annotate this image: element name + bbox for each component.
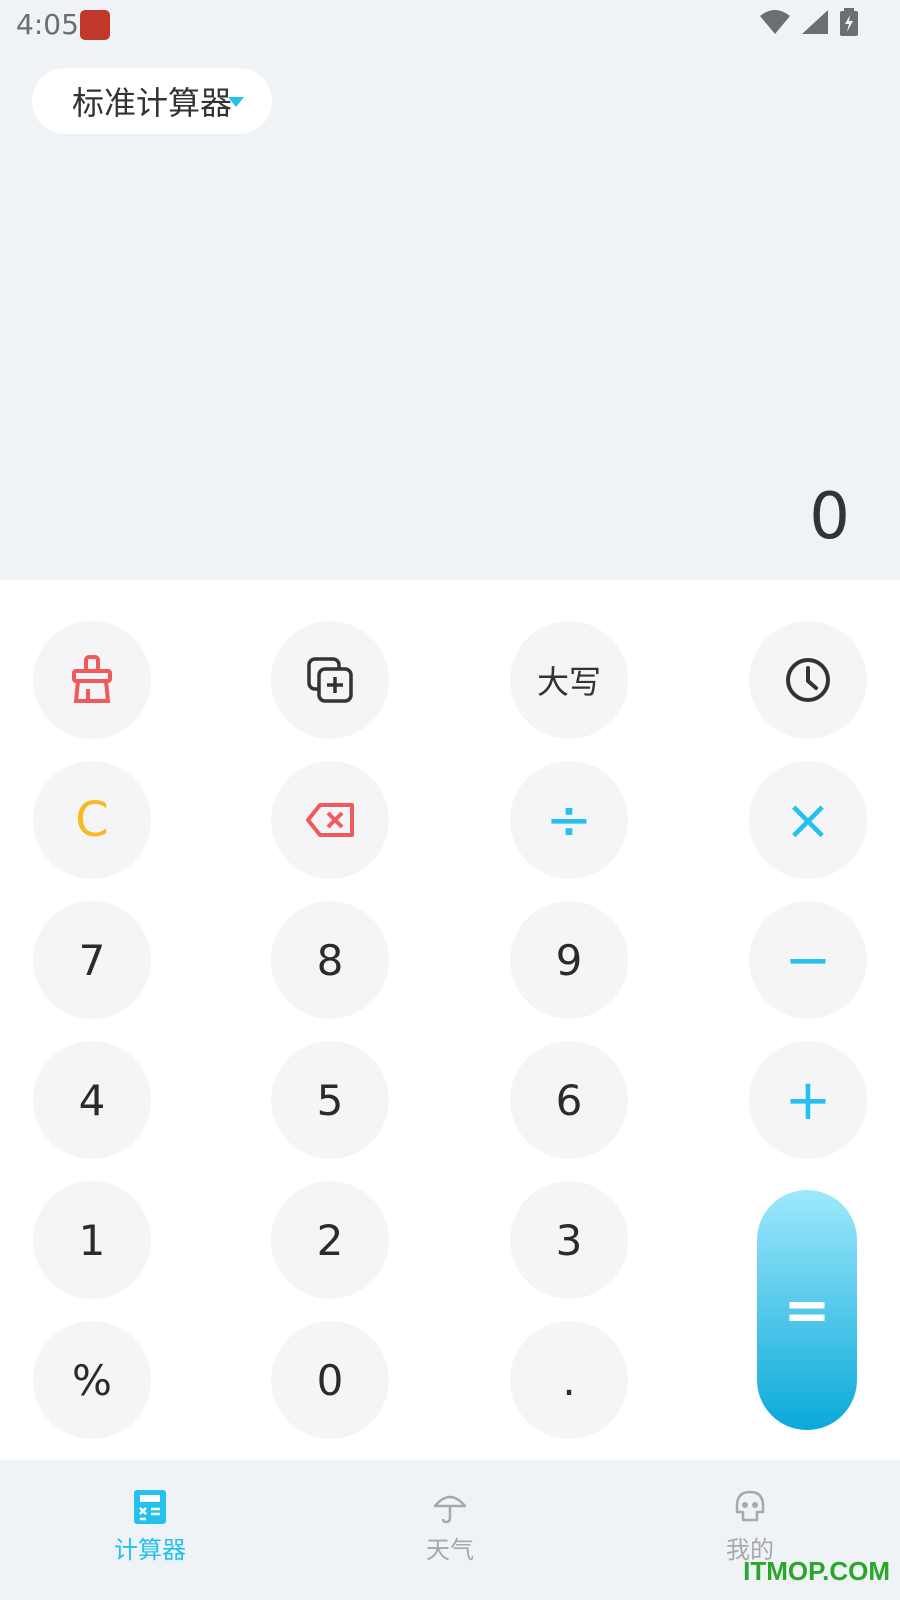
calculator-mode-dropdown[interactable]: 标准计算器 <box>32 68 272 134</box>
calculator-icon <box>134 1490 166 1524</box>
divide-button[interactable]: ÷ <box>510 761 628 879</box>
cellular-icon <box>802 10 828 34</box>
wifi-icon <box>760 10 790 34</box>
digit-5-button[interactable]: 5 <box>271 1041 389 1159</box>
digit-3-button[interactable]: 3 <box>510 1181 628 1299</box>
backspace-icon <box>306 803 354 837</box>
digit-1-button[interactable]: 1 <box>33 1181 151 1299</box>
status-icons <box>760 8 858 36</box>
status-time: 4:05 <box>16 8 79 41</box>
equals-button[interactable]: = <box>757 1190 857 1430</box>
history-button[interactable] <box>749 621 867 739</box>
clear-button[interactable]: C <box>33 761 151 879</box>
digit-6-button[interactable]: 6 <box>510 1041 628 1159</box>
umbrella-icon <box>433 1495 467 1524</box>
digit-8-button[interactable]: 8 <box>271 901 389 1019</box>
digit-2-button[interactable]: 2 <box>271 1181 389 1299</box>
uppercase-button[interactable]: 大写 <box>510 621 628 739</box>
copy-add-icon <box>307 657 353 703</box>
mode-label: 标准计算器 <box>72 84 233 122</box>
app-notification-icon <box>80 10 110 40</box>
decimal-point-button[interactable]: . <box>510 1321 628 1439</box>
nav-item-profile[interactable]: 我的 <box>670 1490 830 1565</box>
copy-button[interactable] <box>271 621 389 739</box>
multiply-button[interactable]: × <box>749 761 867 879</box>
nav-item-calculator[interactable]: 计算器 <box>70 1490 230 1565</box>
percent-button[interactable]: % <box>33 1321 151 1439</box>
chevron-down-icon <box>228 97 244 107</box>
battery-icon <box>840 8 858 36</box>
digit-4-button[interactable]: 4 <box>33 1041 151 1159</box>
skull-icon <box>735 1490 765 1522</box>
clock-icon <box>786 658 830 702</box>
digit-7-button[interactable]: 7 <box>33 901 151 1019</box>
clear-all-button[interactable] <box>33 621 151 739</box>
digit-0-button[interactable]: 0 <box>271 1321 389 1439</box>
status-bar: 4:05 <box>0 0 900 48</box>
nav-label-weather: 天气 <box>426 1536 474 1564</box>
result-display: 0 <box>809 480 850 554</box>
watermark: ITMOP.COM <box>743 1556 890 1586</box>
nav-item-weather[interactable]: 天气 <box>370 1490 530 1565</box>
broom-icon <box>72 655 112 703</box>
plus-button[interactable]: + <box>749 1041 867 1159</box>
digit-9-button[interactable]: 9 <box>510 901 628 1019</box>
nav-label-calculator: 计算器 <box>114 1536 186 1564</box>
minus-button[interactable]: − <box>749 901 867 1019</box>
backspace-button[interactable] <box>271 761 389 879</box>
